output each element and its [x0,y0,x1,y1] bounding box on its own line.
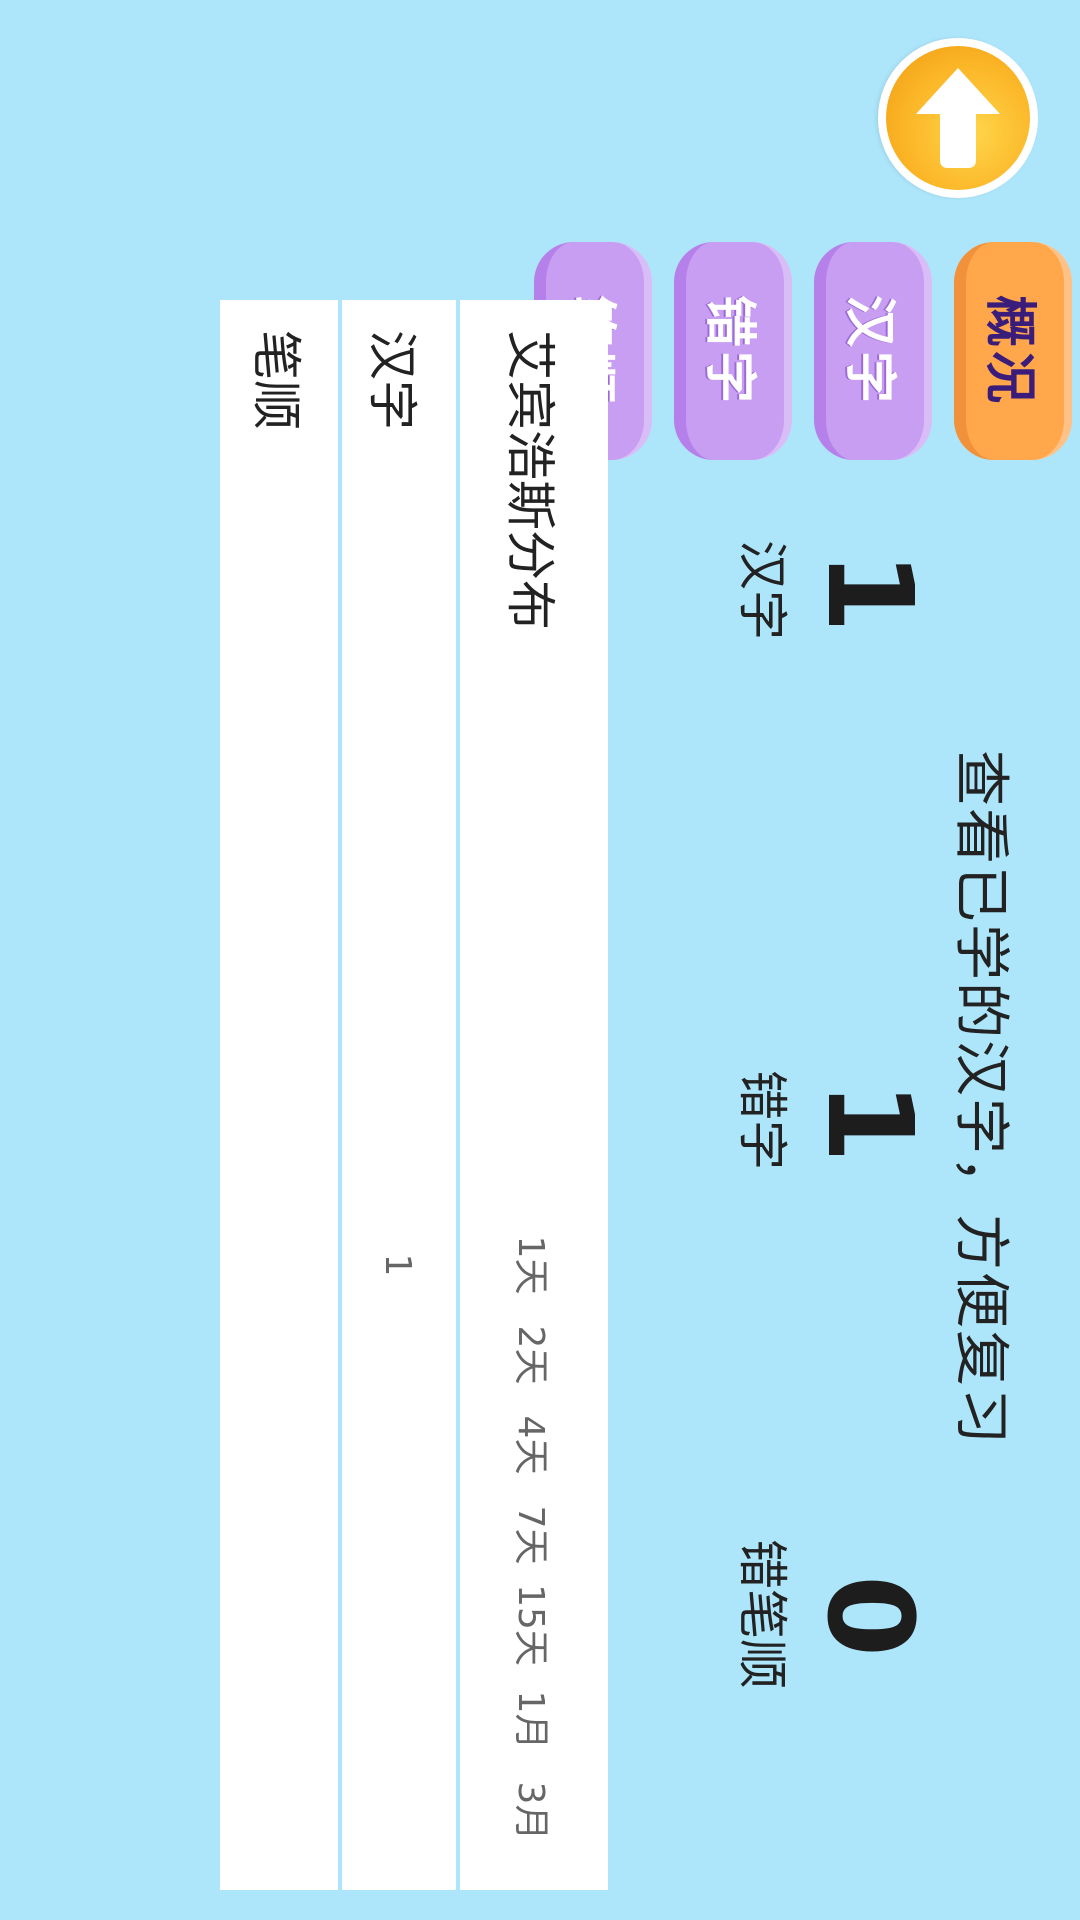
interval-label: 7天 [510,1505,551,1565]
table-divider [456,300,460,1890]
table-title: 艾宾浩斯分布 [501,330,559,630]
stat-wrong-strokes-value: 0 [801,1574,939,1658]
tab-characters[interactable]: 汉字 [814,242,932,460]
stat-wrong-characters-value: 1 [801,1080,939,1164]
statistics-page: 概况 汉字 错字 笔顺 查看已学的汉字，方便复习 1 汉字 1 错字 0 错笔顺… [0,0,1080,1920]
interval-label: 4天 [510,1415,551,1475]
back-button[interactable] [878,38,1038,198]
row-label: 汉字 [363,330,421,430]
stat-wrong-characters-label: 错字 [733,1070,791,1170]
interval-label: 15天 [510,1584,551,1666]
arrow-up-icon [916,68,1000,168]
interval-label: 1月 [510,1690,551,1750]
tab-wrong-characters-label: 错字 [699,294,759,407]
tab-overview-label: 概况 [979,294,1039,407]
tab-overview[interactable]: 概况 [954,242,1072,460]
table-header-row: 艾宾浩斯分布 1天 2天 4天 7天 15天 1月 3月 [458,300,608,1890]
interval-label: 2天 [510,1325,551,1385]
table-row: 汉字 1 [342,300,456,1890]
table-divider [338,300,342,1890]
tab-characters-label: 汉字 [839,294,899,407]
stat-characters-value: 1 [801,550,939,634]
row-value: 1 [377,1253,418,1277]
tab-wrong-characters[interactable]: 错字 [674,242,792,460]
row-label: 笔顺 [247,330,305,430]
stat-characters-label: 汉字 [733,540,791,640]
interval-label: 3月 [510,1781,551,1841]
stat-wrong-strokes-label: 错笔顺 [733,1539,791,1689]
page-headline: 查看已学的汉字，方便复习 [948,750,1013,1446]
ebbinghaus-table: 艾宾浩斯分布 1天 2天 4天 7天 15天 1月 3月 汉字 1 笔顺 [220,300,608,1890]
table-row: 笔顺 [220,300,338,1890]
screen: 概况 汉字 错字 笔顺 查看已学的汉字，方便复习 1 汉字 1 错字 0 错笔顺… [0,0,1080,1920]
interval-label: 1天 [510,1235,551,1295]
